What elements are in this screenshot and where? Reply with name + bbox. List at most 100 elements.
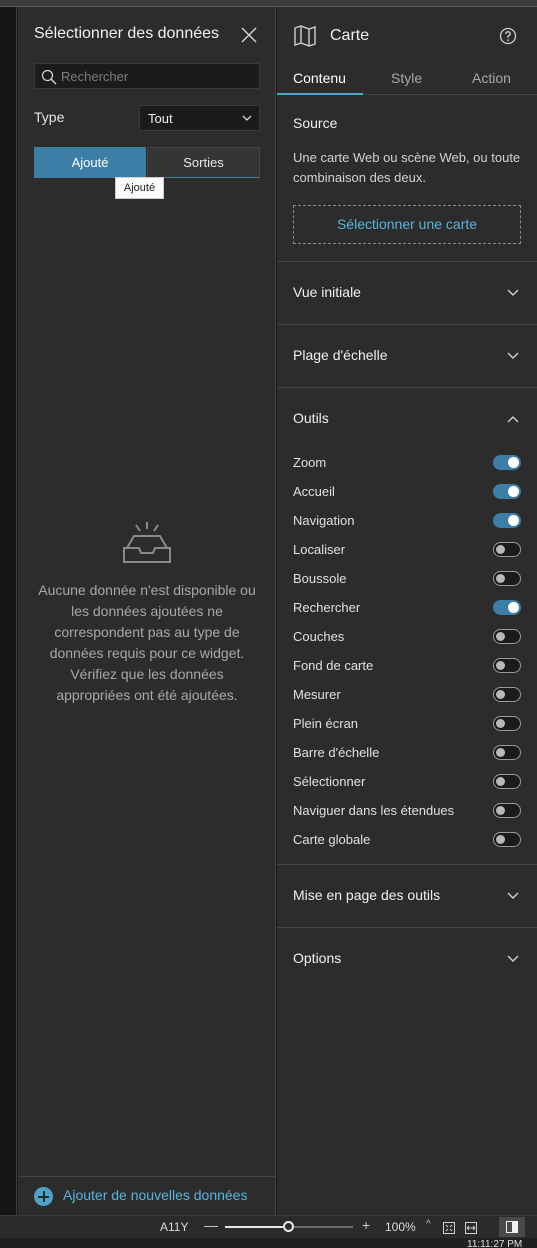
section-label: Mise en page des outils <box>293 887 441 903</box>
section-label: Vue initiale <box>293 284 361 300</box>
search-input[interactable] <box>61 67 255 85</box>
tool-label: Fond de carte <box>293 658 374 673</box>
chevron-down-icon <box>242 115 252 121</box>
tool-label: Naviguer dans les étendues <box>293 803 455 818</box>
tool-label: Sélectionner <box>293 774 366 789</box>
panel-title: Carte <box>330 27 370 44</box>
section-label: Outils <box>293 410 329 426</box>
search-box <box>34 63 260 89</box>
chevron-down-icon <box>507 892 519 899</box>
panel-title: Sélectionner des données <box>34 25 220 42</box>
tool-row: Navigation <box>277 507 537 536</box>
tool-toggle[interactable] <box>493 803 521 818</box>
tool-toggle[interactable] <box>493 745 521 760</box>
tool-toggle[interactable] <box>493 455 521 470</box>
map-settings-panel: Carte Contenu Style Action Source Une ca… <box>277 7 537 1215</box>
active-tab-indicator <box>277 93 363 95</box>
tool-row: Boussole <box>277 565 537 594</box>
status-bar: A11Y — + 100% ^ <box>0 1215 537 1238</box>
taskbar: 11:11:27 PM <box>0 1238 537 1248</box>
tool-label: Zoom <box>293 455 327 470</box>
tool-toggle[interactable] <box>493 832 521 847</box>
empty-inbox-icon <box>122 520 172 569</box>
tool-toggle[interactable] <box>493 774 521 789</box>
split-view-icon[interactable] <box>499 1217 525 1237</box>
tool-row: Couches <box>277 623 537 652</box>
tab-action[interactable]: Action <box>472 70 511 86</box>
tool-row: Zoom <box>277 449 537 478</box>
clock: 11:11:27 PM <box>467 1239 523 1248</box>
close-icon[interactable] <box>240 26 258 44</box>
tools-layout-section[interactable]: Mise en page des outils <box>277 865 537 927</box>
type-label: Type <box>34 109 65 125</box>
tool-row: Fond de carte <box>277 652 537 681</box>
tool-label: Navigation <box>293 513 355 528</box>
fit-width-icon[interactable] <box>465 1221 477 1239</box>
tool-label: Carte globale <box>293 832 371 847</box>
fit-page-icon[interactable] <box>443 1221 455 1239</box>
tool-row: Carte globale <box>277 826 537 855</box>
scale-range-section[interactable]: Plage d'échelle <box>277 325 537 387</box>
zoom-out-button[interactable]: — <box>204 1217 218 1233</box>
zoom-slider-thumb[interactable] <box>283 1221 294 1232</box>
tool-toggle[interactable] <box>493 571 521 586</box>
options-section[interactable]: Options <box>277 928 537 990</box>
type-select-value: Tout <box>148 111 173 126</box>
source-description: Une carte Web ou scène Web, ou toute com… <box>293 150 521 185</box>
tool-row: Accueil <box>277 478 537 507</box>
tool-label: Couches <box>293 629 345 644</box>
tool-toggle[interactable] <box>493 542 521 557</box>
zoom-slider-fill <box>225 1226 289 1228</box>
cell-reference: A11Y <box>160 1220 189 1234</box>
tool-row: Mesurer <box>277 681 537 710</box>
chevron-down-icon <box>507 352 519 359</box>
tool-toggle[interactable] <box>493 658 521 673</box>
caret-up-icon[interactable]: ^ <box>426 1219 431 1230</box>
tool-toggle[interactable] <box>493 600 521 615</box>
tool-label: Plein écran <box>293 716 359 731</box>
source-title: Source <box>293 115 338 131</box>
tab-style[interactable]: Style <box>391 70 422 86</box>
chevron-up-icon <box>507 416 519 423</box>
tab-content[interactable]: Contenu <box>293 70 346 86</box>
tool-toggle[interactable] <box>493 484 521 499</box>
tool-row: Sélectionner <box>277 768 537 797</box>
window-top-strip <box>0 0 537 7</box>
tool-row: Plein écran <box>277 710 537 739</box>
plus-circle-icon <box>34 1187 53 1206</box>
zoom-in-button[interactable]: + <box>362 1217 370 1233</box>
left-gutter <box>0 7 17 1215</box>
section-label: Plage d'échelle <box>293 347 388 363</box>
tool-toggle[interactable] <box>493 716 521 731</box>
tool-label: Localiser <box>293 542 346 557</box>
settings-tabs: Contenu Style Action <box>277 65 537 95</box>
section-label: Options <box>293 950 342 966</box>
map-icon <box>293 24 317 53</box>
tool-label: Accueil <box>293 484 335 499</box>
tool-label: Boussole <box>293 571 347 586</box>
footer-divider <box>18 1176 276 1177</box>
select-data-panel: Sélectionner des données Type Tout Ajout… <box>18 7 276 1215</box>
zoom-percent[interactable]: 100% <box>385 1220 416 1234</box>
search-icon <box>41 69 57 85</box>
help-icon[interactable] <box>499 27 517 50</box>
tool-label: Mesurer <box>293 687 341 702</box>
outputs-tab-button[interactable]: Sorties <box>147 147 260 178</box>
tool-label: Rechercher <box>293 600 361 615</box>
type-select[interactable]: Tout <box>139 105 260 131</box>
chevron-down-icon <box>507 289 519 296</box>
tool-label: Barre d'échelle <box>293 745 380 760</box>
tool-row: Rechercher <box>277 594 537 623</box>
tooltip: Ajouté <box>115 177 164 199</box>
tool-toggle[interactable] <box>493 513 521 528</box>
add-new-data-label: Ajouter de nouvelles données <box>63 1187 248 1203</box>
tool-toggle[interactable] <box>493 629 521 644</box>
tool-row: Localiser <box>277 536 537 565</box>
initial-view-section[interactable]: Vue initiale <box>277 262 537 324</box>
select-map-button[interactable]: Sélectionner une carte <box>293 205 521 244</box>
tool-toggle[interactable] <box>493 687 521 702</box>
tool-row: Barre d'échelle <box>277 739 537 768</box>
added-tab-button[interactable]: Ajouté <box>34 147 146 178</box>
tools-section[interactable]: Outils <box>277 388 537 450</box>
tool-row: Naviguer dans les étendues <box>277 797 537 826</box>
